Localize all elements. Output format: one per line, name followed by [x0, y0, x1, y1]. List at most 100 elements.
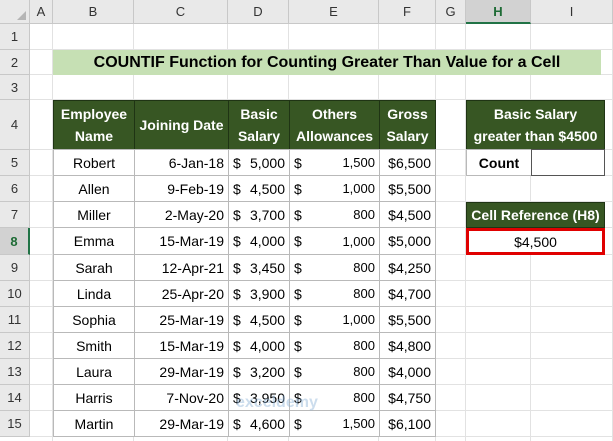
column-header-D[interactable]: D [228, 0, 289, 24]
cell-other-allowance[interactable]: $1,500 [289, 410, 380, 437]
cell-gross-salary[interactable]: $4,800 [379, 332, 436, 359]
cell-reference-value[interactable]: $4,500 [466, 228, 605, 255]
cell-other-allowance[interactable]: $800 [289, 254, 380, 281]
basic-salary: 3,450 [249, 259, 285, 276]
row-header-13[interactable]: 13 [0, 359, 30, 385]
cell-gross-salary[interactable]: $5,000 [379, 227, 436, 255]
page-title[interactable]: COUNTIF Function for Counting Greater Th… [53, 50, 601, 75]
column-header-A[interactable]: A [30, 0, 53, 24]
currency-symbol: $ [294, 154, 302, 171]
cell-other-allowance[interactable]: $1,500 [289, 149, 380, 176]
cell-employee-name[interactable]: Martin [53, 410, 135, 437]
cell-employee-name[interactable]: Robert [53, 149, 135, 176]
cell-basic-salary[interactable]: $4,600 [228, 410, 290, 437]
other-allowance: 800 [353, 286, 375, 301]
currency-symbol: $ [233, 311, 241, 328]
cell-gross-salary[interactable]: $6,500 [379, 149, 436, 176]
cell-other-allowance[interactable]: $800 [289, 332, 380, 359]
other-allowance: 1,000 [342, 233, 375, 249]
select-all-corner[interactable] [0, 0, 30, 24]
row-header-4[interactable]: 4 [0, 100, 30, 150]
cell-employee-name[interactable]: Linda [53, 280, 135, 307]
cell-employee-name[interactable]: Emma [53, 227, 135, 255]
column-header-F[interactable]: F [379, 0, 436, 24]
row-header-9[interactable]: 9 [0, 255, 30, 281]
cell-joining-date[interactable]: 12-Apr-21 [134, 254, 229, 281]
cell-employee-name[interactable]: Allen [53, 175, 135, 202]
cell-other-allowance[interactable]: $1,000 [289, 306, 380, 333]
cell-basic-salary[interactable]: $3,700 [228, 201, 290, 228]
cell-basic-salary[interactable]: $5,000 [228, 149, 290, 176]
cell-joining-date[interactable]: 15-Mar-19 [134, 227, 229, 255]
row-header-12[interactable]: 12 [0, 333, 30, 359]
cell-basic-salary[interactable]: $4,500 [228, 175, 290, 202]
cell-gross-salary[interactable]: $4,750 [379, 384, 436, 411]
cell-joining-date[interactable]: 25-Mar-19 [134, 306, 229, 333]
cell-other-allowance[interactable]: $1,000 [289, 227, 380, 255]
cell-other-allowance[interactable]: $800 [289, 358, 380, 385]
row-header-14[interactable]: 14 [0, 385, 30, 411]
row-header-7[interactable]: 7 [0, 202, 30, 228]
row-header-2[interactable]: 2 [0, 50, 30, 75]
criteria-header[interactable]: Basic Salary greater than $4500 [466, 100, 605, 150]
employee-name: Emma [73, 233, 115, 249]
cell-gross-salary[interactable]: $4,700 [379, 280, 436, 307]
cell-employee-name[interactable]: Harris [53, 384, 135, 411]
cell-joining-date[interactable]: 29-Mar-19 [134, 410, 229, 437]
cell-employee-name[interactable]: Smith [53, 332, 135, 359]
header-others-allowances[interactable]: Others Allowances [289, 100, 380, 150]
column-header-C[interactable]: C [134, 0, 228, 24]
row-header-3[interactable]: 3 [0, 75, 30, 100]
cell-other-allowance[interactable]: $800 [289, 280, 380, 307]
title-text: COUNTIF Function for Counting Greater Th… [93, 53, 561, 71]
cell-joining-date[interactable]: 9-Feb-19 [134, 175, 229, 202]
column-header-G[interactable]: G [436, 0, 466, 24]
column-header-E[interactable]: E [289, 0, 379, 24]
header-joining-date[interactable]: Joining Date [134, 100, 229, 150]
count-value-cell[interactable] [531, 149, 605, 176]
column-header-I[interactable]: I [531, 0, 613, 24]
cell-basic-salary[interactable]: $3,200 [228, 358, 290, 385]
cell-basic-salary[interactable]: $4,500 [228, 306, 290, 333]
cell-other-allowance[interactable]: $800 [289, 201, 380, 228]
row-header-1[interactable]: 1 [0, 24, 30, 50]
header-basic-salary[interactable]: Basic Salary [228, 100, 290, 150]
cell-gross-salary[interactable]: $6,100 [379, 410, 436, 437]
cell-employee-name[interactable]: Laura [53, 358, 135, 385]
cell-joining-date[interactable]: 2-May-20 [134, 201, 229, 228]
cell-basic-salary[interactable]: $4,000 [228, 227, 290, 255]
cell-gross-salary[interactable]: $4,500 [379, 201, 436, 228]
cell-gross-salary[interactable]: $4,250 [379, 254, 436, 281]
cell-joining-date[interactable]: 7-Nov-20 [134, 384, 229, 411]
cell-other-allowance[interactable]: $1,000 [289, 175, 380, 202]
cell-gross-salary[interactable]: $5,500 [379, 175, 436, 202]
cell-basic-salary[interactable]: $3,450 [228, 254, 290, 281]
cell-basic-salary[interactable]: $3,900 [228, 280, 290, 307]
cell-reference-header[interactable]: Cell Reference (H8) [466, 202, 605, 228]
cell-employee-name[interactable]: Sophia [53, 306, 135, 333]
cell-gross-salary[interactable]: $4,000 [379, 358, 436, 385]
row-header-6[interactable]: 6 [0, 176, 30, 202]
cell-joining-date[interactable]: 29-Mar-19 [134, 358, 229, 385]
column-header-H[interactable]: H [466, 0, 531, 24]
cell-joining-date[interactable]: 15-Mar-19 [134, 332, 229, 359]
cell-joining-date[interactable]: 25-Apr-20 [134, 280, 229, 307]
row-header-11[interactable]: 11 [0, 307, 30, 333]
count-label-cell[interactable]: Count [466, 149, 532, 176]
employee-name: Linda [76, 285, 112, 302]
row-header-5[interactable]: 5 [0, 150, 30, 176]
header-gross-salary[interactable]: Gross Salary [379, 100, 436, 150]
row-header-15[interactable]: 15 [0, 411, 30, 437]
cell-employee-name[interactable]: Miller [53, 201, 135, 228]
cell-joining-date[interactable]: 6-Jan-18 [134, 149, 229, 176]
column-header-B[interactable]: B [53, 0, 134, 24]
currency-symbol: $ [294, 285, 302, 302]
cell-employee-name[interactable]: Sarah [53, 254, 135, 281]
row-header-10[interactable]: 10 [0, 281, 30, 307]
joining-date: 2-May-20 [164, 206, 224, 223]
header-employee-name[interactable]: Employee Name [53, 100, 135, 150]
row-header-8[interactable]: 8 [0, 228, 30, 255]
cell-basic-salary[interactable]: $4,000 [228, 332, 290, 359]
cell-gross-salary[interactable]: $5,500 [379, 306, 436, 333]
currency-symbol: $ [294, 311, 302, 328]
